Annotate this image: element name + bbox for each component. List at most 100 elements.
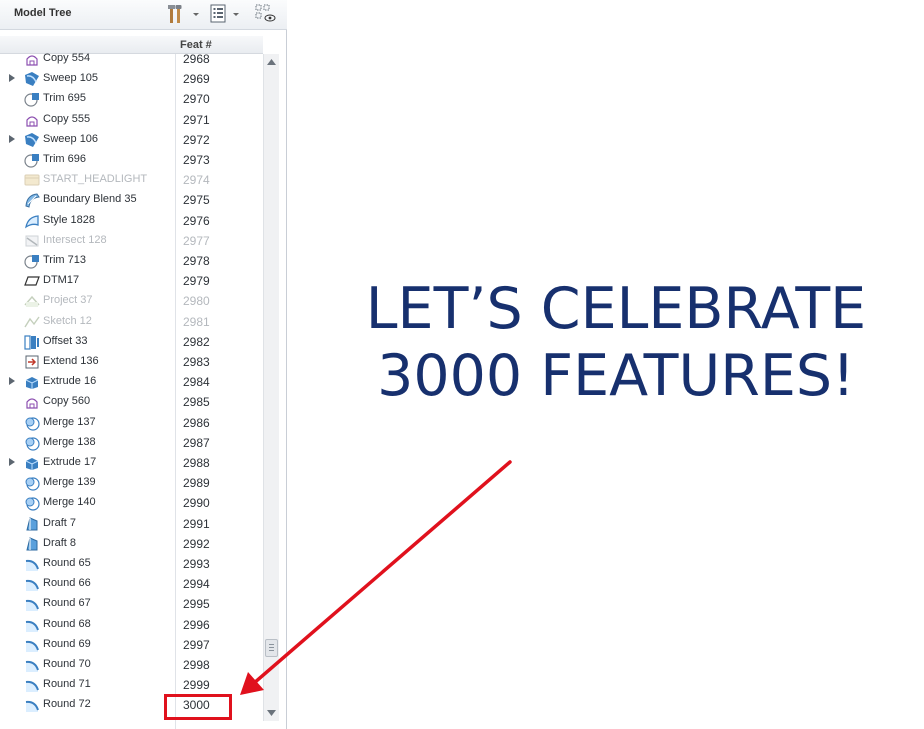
feature-row[interactable]: Round 71 2999 — [0, 675, 262, 695]
feature-number: 2987 — [183, 435, 210, 450]
extrude-icon — [25, 377, 39, 390]
feature-row[interactable]: Intersect 128 2977 — [0, 231, 262, 251]
scroll-up-button[interactable] — [264, 54, 279, 70]
feature-number: 2974 — [183, 173, 210, 188]
feature-number: 2996 — [183, 617, 210, 632]
feature-name: Style 1828 — [43, 213, 95, 226]
copy-icon — [26, 116, 38, 127]
tree-filters-button[interactable] — [252, 3, 280, 25]
sweep-icon — [25, 132, 39, 147]
feature-name: Merge 137 — [43, 415, 96, 428]
feature-row[interactable]: Merge 139 2989 — [0, 473, 262, 493]
feature-row[interactable]: START_HEADLIGHT 2974 — [0, 170, 262, 190]
feature-number: 2998 — [183, 658, 210, 672]
feature-row[interactable]: Sketch 12 2981 — [0, 312, 262, 332]
feature-row[interactable]: Offset 33 2982 — [0, 332, 262, 352]
feature-row[interactable]: DTM17 2979 — [0, 271, 262, 291]
feature-number: 2975 — [183, 193, 210, 208]
feature-row[interactable]: Copy 554 2968 — [0, 49, 262, 69]
feature-row[interactable]: Round 68 2996 — [0, 615, 262, 635]
feature-name: Project 37 — [43, 294, 93, 307]
feature-row[interactable]: Project 37 2980 — [0, 291, 262, 311]
chevron-down-icon — [193, 13, 199, 16]
show-button[interactable] — [208, 3, 248, 25]
round-icon — [25, 600, 39, 612]
feature-row[interactable]: Draft 7 2991 — [0, 514, 262, 534]
settings-tools-icon — [168, 5, 182, 23]
feature-row[interactable]: Round 65 2993 — [0, 554, 262, 574]
expand-triangle-icon[interactable] — [9, 377, 15, 386]
feature-name: Sweep 105 — [43, 72, 99, 85]
feature-row[interactable]: Round 67 2995 — [0, 594, 262, 614]
feature-number: 2976 — [183, 213, 210, 228]
feature-row[interactable]: Round 69 2997 — [0, 635, 262, 655]
feature-row[interactable]: Copy 555 2971 — [0, 110, 262, 130]
feature-number: 2979 — [183, 274, 210, 289]
feature-name: Copy 560 — [43, 395, 91, 408]
scroll-thumb[interactable] — [265, 639, 278, 657]
settings-button[interactable] — [166, 3, 206, 25]
round-icon — [25, 681, 39, 693]
feature-name: START_HEADLIGHT — [43, 173, 148, 186]
feature-row[interactable]: Extrude 17 2988 — [0, 453, 262, 473]
round-icon — [25, 640, 39, 652]
highlight-box — [164, 694, 232, 720]
feature-row[interactable]: Copy 560 2985 — [0, 392, 262, 412]
feature-row[interactable]: Style 1828 2976 — [0, 211, 262, 231]
feature-row[interactable]: Merge 138 2987 — [0, 433, 262, 453]
feature-name: Draft 8 — [43, 536, 77, 549]
feature-number: 2972 — [183, 132, 210, 147]
feature-number: 2983 — [183, 355, 210, 369]
feature-number: 2982 — [183, 334, 210, 349]
draft-icon — [26, 516, 38, 531]
draft-icon — [26, 537, 38, 551]
tree-filters-icon — [255, 4, 276, 22]
feature-number: 2991 — [183, 516, 210, 531]
feature-name: Copy 554 — [43, 52, 91, 64]
feature-row[interactable]: Trim 713 2978 — [0, 251, 262, 271]
feature-name: Intersect 128 — [43, 233, 107, 246]
style-icon — [25, 214, 39, 229]
feature-number: 2969 — [183, 72, 210, 87]
feature-row[interactable]: Trim 696 2973 — [0, 150, 262, 170]
feature-row[interactable]: Merge 140 2990 — [0, 493, 262, 513]
feature-name: Merge 140 — [43, 496, 96, 509]
feature-row[interactable]: Boundary Blend 35 2975 — [0, 190, 262, 210]
feature-number: 2993 — [183, 557, 210, 571]
triangle-down-icon — [267, 710, 276, 716]
feature-name: Round 68 — [43, 617, 91, 630]
feature-name: Round 69 — [43, 637, 91, 650]
feature-row[interactable]: Trim 695 2970 — [0, 89, 262, 109]
feature-name: Round 65 — [43, 557, 91, 569]
feature-number: 2980 — [183, 294, 210, 309]
expand-triangle-icon[interactable] — [9, 458, 15, 466]
feature-row[interactable]: Merge 137 2986 — [0, 413, 262, 433]
expand-triangle-icon[interactable] — [9, 134, 15, 143]
feature-name: Boundary Blend 35 — [43, 193, 137, 206]
panel-title: Model Tree — [14, 7, 72, 19]
expand-triangle-icon[interactable] — [9, 74, 15, 83]
show-columns-icon — [210, 4, 226, 23]
feature-row[interactable]: Draft 8 2992 — [0, 534, 262, 554]
scroll-down-button[interactable] — [264, 705, 279, 721]
feature-name: Merge 139 — [43, 476, 96, 489]
feature-row[interactable]: Sweep 105 2969 — [0, 69, 262, 89]
feature-row[interactable]: Sweep 106 2972 — [0, 130, 262, 150]
feature-row[interactable]: Round 66 2994 — [0, 574, 262, 594]
triangle-up-icon — [267, 59, 276, 65]
feature-name: Extrude 16 — [43, 375, 97, 388]
feature-row[interactable]: Extend 136 2983 — [0, 352, 262, 372]
feature-list: Copy 554 2968 Sweep 105 2969 Trim 695 2970 Cop… — [0, 49, 262, 729]
feature-row[interactable]: Round 70 2998 — [0, 655, 262, 675]
extend-icon — [25, 355, 39, 369]
vertical-scrollbar[interactable] — [263, 54, 279, 721]
feature-name: Extrude 17 — [43, 456, 97, 468]
round-icon — [25, 620, 39, 632]
feature-number: 2985 — [183, 395, 210, 410]
feature-number: 2971 — [183, 112, 210, 127]
intersect-icon — [25, 235, 39, 247]
sweep-icon — [25, 72, 39, 87]
boundary-blend-icon — [25, 193, 40, 209]
round-icon — [25, 580, 39, 592]
feature-row[interactable]: Extrude 16 2984 — [0, 372, 262, 392]
